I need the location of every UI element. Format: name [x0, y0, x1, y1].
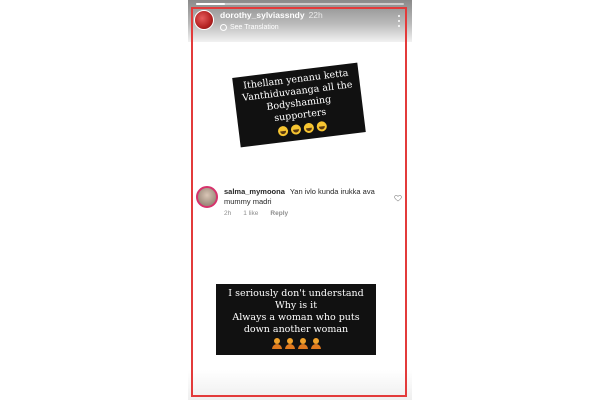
sticker-bottom-emoji-row: [220, 338, 372, 349]
sticker-bottom-line: Why is it: [274, 300, 318, 311]
sticker-bottom-line: I seriously don't understand: [228, 288, 364, 299]
comment-screenshot: salma_mymoona Yan ivlo kunda irukka ava …: [194, 184, 404, 224]
story-header: dorothy_sylviassndy 22h See Translation: [194, 10, 406, 36]
laughing-face-icon: [315, 120, 327, 133]
story-author-avatar[interactable]: [194, 10, 214, 30]
see-translation-label: See Translation: [230, 24, 279, 31]
globe-icon: [220, 24, 227, 31]
see-translation[interactable]: See Translation: [220, 22, 323, 33]
laughing-face-icon: [289, 124, 302, 136]
more-dot-icon: [398, 20, 400, 22]
story-time: 22h: [308, 10, 323, 20]
text-sticker-bottom: I seriously don't understand Why is it A…: [216, 284, 376, 355]
sticker-bottom-line: Always a woman who puts: [232, 312, 360, 323]
more-options-button[interactable]: [394, 14, 404, 28]
laughing-face-icon: [276, 125, 289, 137]
comment-avatar: [196, 186, 218, 208]
person-icon: [271, 338, 282, 349]
person-icon: [310, 338, 321, 349]
story-username[interactable]: dorothy_sylviassndy: [220, 10, 305, 21]
story-header-text: dorothy_sylviassndy 22h See Translation: [220, 10, 323, 33]
story-progress-bar: [196, 3, 404, 5]
text-sticker-top: Ithellam yenanu ketta Vanthiduvaanga all…: [232, 62, 366, 148]
page: dorothy_sylviassndy 22h See Translation …: [0, 0, 600, 400]
comment-time: 2h: [224, 210, 232, 217]
person-icon: [297, 338, 308, 349]
comment-meta: 2h 1 like Reply: [224, 210, 288, 217]
story-header-row: dorothy_sylviassndy 22h: [220, 10, 323, 21]
sticker-bottom-line: down another woman: [243, 324, 349, 335]
story-viewer[interactable]: dorothy_sylviassndy 22h See Translation …: [188, 0, 412, 400]
comment-likes: 1 like: [243, 210, 259, 217]
comment-username: salma_mymoona: [224, 187, 285, 196]
laughing-face-icon: [302, 122, 314, 134]
more-dot-icon: [398, 25, 400, 27]
person-icon: [284, 338, 295, 349]
comment-body: salma_mymoona Yan ivlo kunda irukka ava …: [224, 187, 384, 207]
more-dot-icon: [398, 15, 400, 17]
story-progress-fill: [196, 3, 226, 5]
comment-reply: Reply: [270, 210, 289, 217]
heart-icon: [394, 194, 402, 202]
story-bottom-shade: [188, 370, 412, 400]
